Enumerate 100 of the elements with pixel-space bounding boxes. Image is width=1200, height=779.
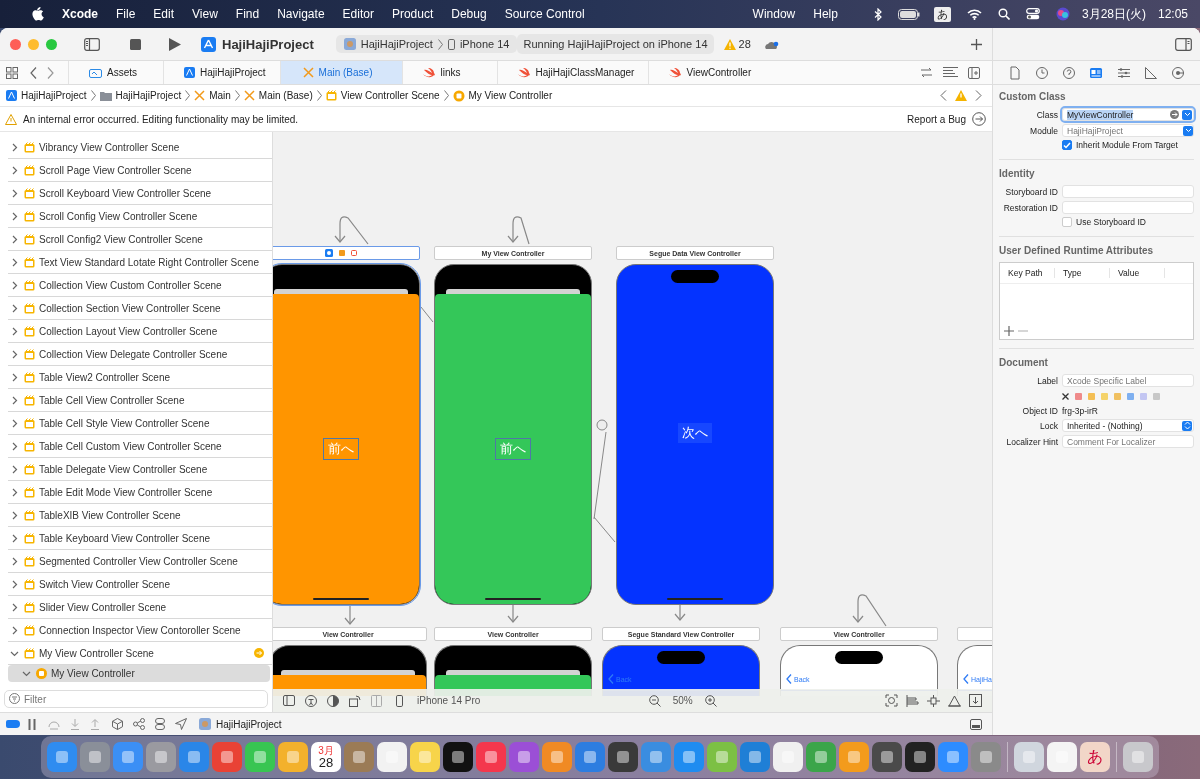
- editor-tab[interactable]: HajiHajiProject: [163, 61, 280, 84]
- app-icon[interactable]: [773, 742, 803, 772]
- inspector-tab[interactable]: [1034, 65, 1049, 80]
- app-icon[interactable]: [905, 742, 935, 772]
- label-color-swatch[interactable]: [1101, 393, 1108, 400]
- scene-row[interactable]: Vibrancy View Controller Scene: [8, 136, 272, 159]
- scene-row[interactable]: My View Controller: [8, 665, 270, 682]
- disclosure-icon[interactable]: [10, 188, 19, 198]
- zoom-out-icon[interactable]: [648, 694, 661, 707]
- breakpoint-toggle[interactable]: [6, 720, 20, 728]
- disclosure-icon[interactable]: [10, 165, 19, 175]
- app-icon[interactable]: [179, 742, 209, 772]
- app-icon[interactable]: [80, 742, 110, 772]
- app-icon[interactable]: [608, 742, 638, 772]
- segue-arrow[interactable]: [334, 216, 369, 245]
- cloud-icon[interactable]: [764, 39, 779, 49]
- scene-row[interactable]: Table Delegate View Controller Scene: [8, 458, 272, 481]
- menu-item[interactable]: Window: [752, 7, 796, 21]
- clear-icon[interactable]: [1062, 393, 1069, 400]
- disclosure-icon[interactable]: [10, 487, 19, 497]
- segue-arrow[interactable]: [674, 603, 686, 621]
- appearance-icon[interactable]: [327, 694, 339, 707]
- editor-tab[interactable]: HajiHajiClassManager: [497, 61, 649, 84]
- menu-item[interactable]: Debug: [451, 7, 487, 21]
- scene-row[interactable]: TableXIB View Controller Scene: [8, 504, 272, 527]
- forward-icon[interactable]: [47, 66, 54, 79]
- scheme-selector[interactable]: HajiHajiProject iPhone 14: [335, 35, 518, 53]
- scene-row[interactable]: Collection Layout View Controller Scene: [8, 320, 272, 343]
- calendar-app-icon[interactable]: 3月 28: [311, 742, 341, 772]
- label-color-swatch[interactable]: [1153, 393, 1160, 400]
- disclosure-icon[interactable]: [10, 372, 19, 382]
- menu-time[interactable]: 12:05: [1157, 7, 1188, 21]
- scene-row[interactable]: Table Edit Mode View Controller Scene: [8, 481, 272, 504]
- back-icon[interactable]: [30, 66, 37, 79]
- forward-icon[interactable]: [975, 90, 982, 101]
- app-icon[interactable]: [1047, 742, 1077, 772]
- checkbox-label[interactable]: Use Storyboard ID: [1076, 217, 1146, 227]
- add-icon[interactable]: [1004, 326, 1014, 336]
- app-icon[interactable]: [707, 742, 737, 772]
- app-icon[interactable]: [113, 742, 143, 772]
- app-icon[interactable]: [872, 742, 902, 772]
- search-icon[interactable]: [997, 8, 1010, 20]
- attributes-table[interactable]: Key Path Type Value: [999, 262, 1194, 340]
- scene-row[interactable]: Table View2 Controller Scene: [8, 366, 272, 389]
- phone-icon[interactable]: [396, 694, 403, 707]
- pause-icon[interactable]: [28, 718, 36, 730]
- refresh-icon[interactable]: [885, 694, 898, 707]
- menu-item[interactable]: Edit: [153, 7, 175, 21]
- label-color-swatch[interactable]: [1088, 393, 1095, 400]
- label-field[interactable]: Xcode Specific Label: [1062, 374, 1194, 387]
- console-toggle-icon[interactable]: [970, 718, 982, 730]
- breadcrumb-item[interactable]: Main: [194, 90, 231, 101]
- filter-field[interactable]: Filter: [4, 690, 268, 708]
- app-icon[interactable]: [509, 742, 539, 772]
- scene-row[interactable]: Switch View Controller Scene: [8, 573, 272, 596]
- menu-item[interactable]: View: [192, 7, 218, 21]
- localizer-hint-field[interactable]: Comment For Localizer: [1062, 435, 1194, 448]
- disclosure-icon[interactable]: [10, 142, 19, 152]
- breadcrumb-item[interactable]: My View Controller: [452, 89, 553, 102]
- disclosure-icon[interactable]: [10, 602, 19, 612]
- app-icon[interactable]: [212, 742, 242, 772]
- embed-icon[interactable]: [969, 694, 982, 707]
- scheme-name[interactable]: HajiHajiProject: [360, 38, 433, 50]
- app-icon[interactable]: [443, 742, 473, 772]
- segue-icon[interactable]: [596, 419, 608, 431]
- add-editor-icon[interactable]: [968, 66, 980, 79]
- disclosure-icon[interactable]: [10, 395, 19, 405]
- input-mode-indicator[interactable]: あ: [933, 6, 951, 22]
- device-selector[interactable]: iPhone 14 Pro: [417, 695, 481, 706]
- swap-icon[interactable]: [920, 67, 933, 78]
- sidebar-icon[interactable]: [283, 695, 295, 706]
- scene-row[interactable]: Table Cell View Controller Scene: [8, 389, 272, 412]
- disclosure-icon[interactable]: [10, 418, 19, 428]
- label-color-swatch[interactable]: [1140, 393, 1147, 400]
- grid-icon[interactable]: [6, 66, 18, 79]
- disclosure-icon[interactable]: [10, 510, 19, 520]
- stepper-arrows-icon[interactable]: [1182, 420, 1192, 431]
- inspector-tab[interactable]: [1116, 65, 1131, 80]
- menu-item[interactable]: File: [116, 7, 136, 21]
- nav-button[interactable]: 次へ: [678, 423, 712, 443]
- editor-tab[interactable]: Main (Base): [279, 61, 403, 84]
- scene-row[interactable]: Scroll Keyboard View Controller Scene: [8, 182, 272, 205]
- report-bug-link[interactable]: Report a Bug: [907, 113, 966, 125]
- checkbox[interactable]: [1062, 140, 1072, 150]
- column-header[interactable]: Type: [1055, 268, 1110, 278]
- label-color-swatch[interactable]: [1127, 393, 1134, 400]
- breadcrumb-item[interactable]: Main (Base): [243, 90, 313, 101]
- align-icon[interactable]: [906, 694, 919, 707]
- debug-target[interactable]: HajiHajiProject: [216, 718, 282, 730]
- app-icon[interactable]: [377, 742, 407, 772]
- device-name[interactable]: iPhone 14: [459, 38, 510, 50]
- sidebar-toggle-icon[interactable]: [84, 37, 100, 51]
- disclosure-icon[interactable]: [10, 349, 19, 359]
- inspector-tab[interactable]: [1007, 65, 1022, 80]
- lines-icon[interactable]: [943, 67, 958, 78]
- app-icon[interactable]: [245, 742, 275, 772]
- app-icon[interactable]: [410, 742, 440, 772]
- scene-row[interactable]: Segmented Controller View Controller Scene: [8, 550, 272, 573]
- disclosure-icon[interactable]: [10, 441, 19, 451]
- module-combo-box[interactable]: HajiHajiProject: [1062, 124, 1194, 137]
